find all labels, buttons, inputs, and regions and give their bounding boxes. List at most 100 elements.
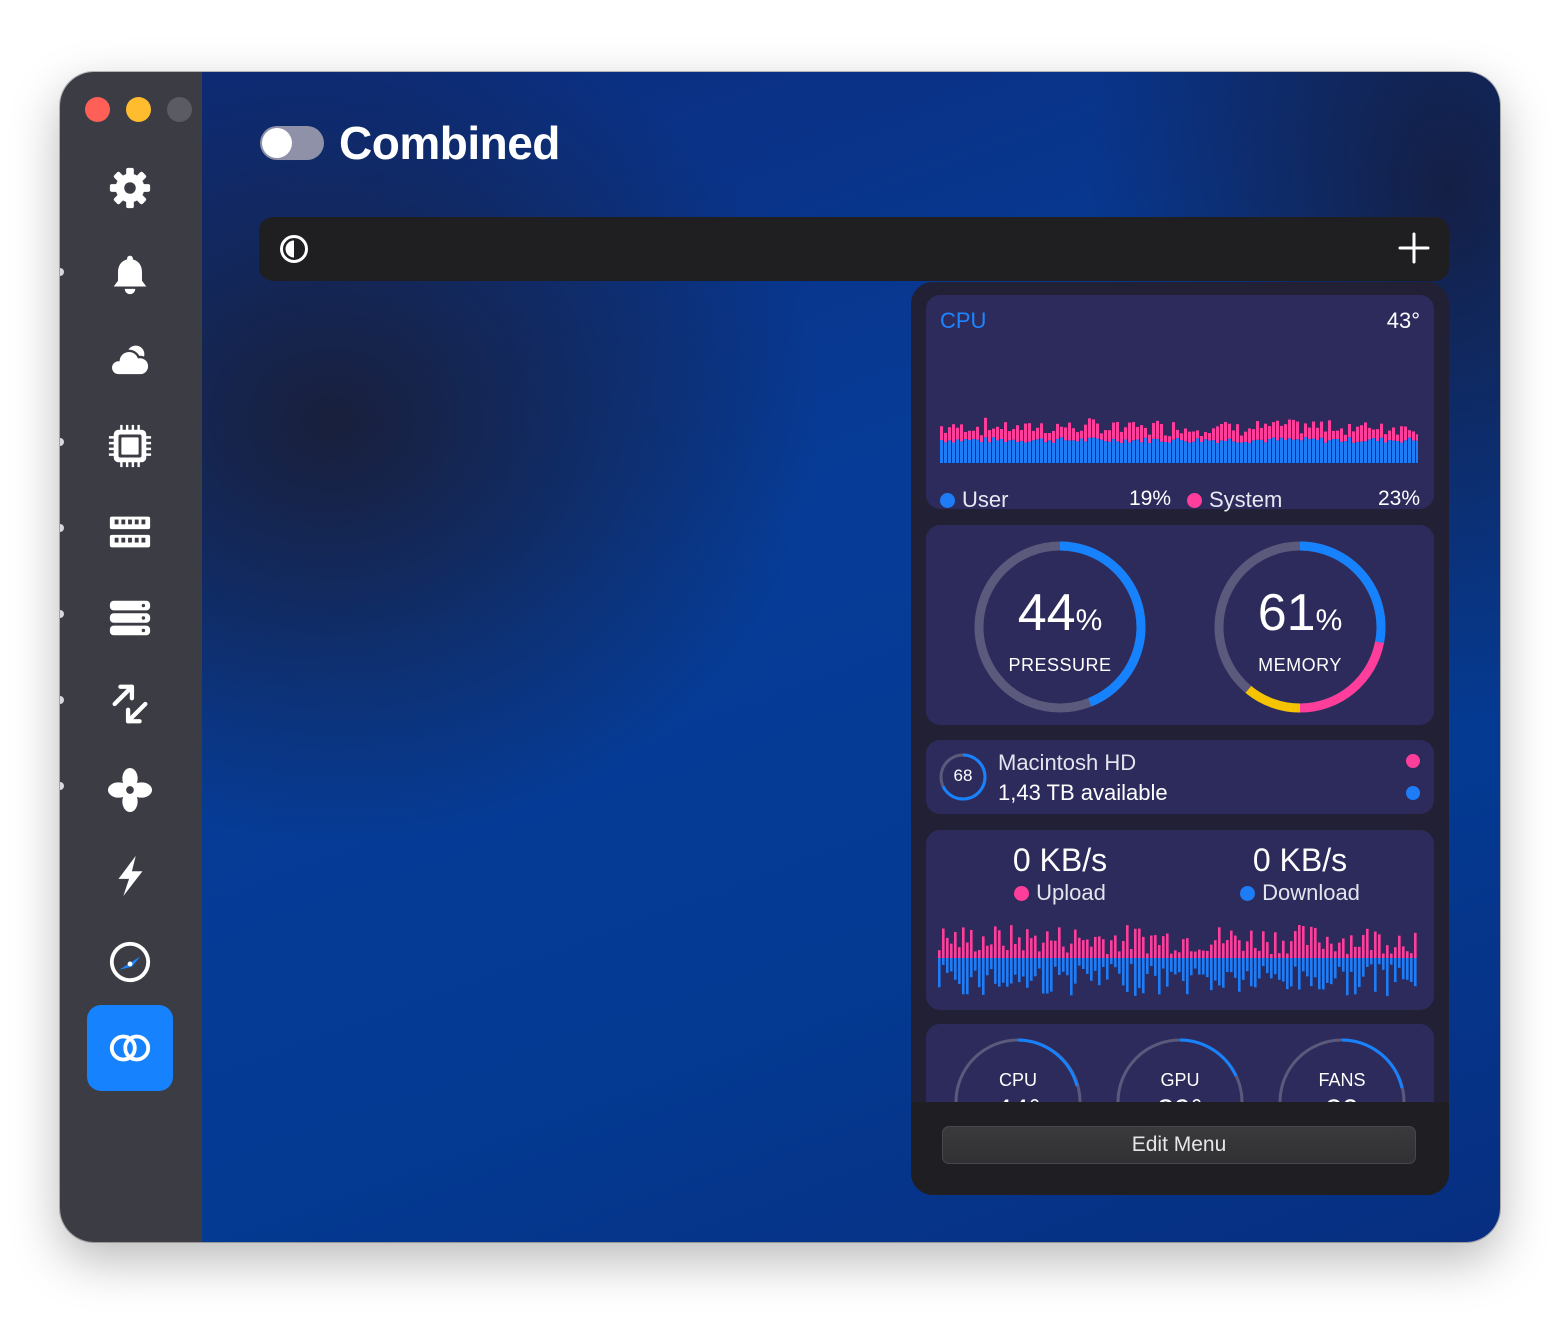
cpu-user-bar xyxy=(1348,437,1351,463)
cpu-user-bar xyxy=(1276,440,1279,463)
cpu-user-bar xyxy=(1240,442,1243,463)
download-bar xyxy=(1054,958,1057,967)
download-bar xyxy=(1218,958,1221,986)
cpu-user-bar xyxy=(1072,440,1075,463)
cpu-user-bar xyxy=(1200,442,1203,463)
bell-icon xyxy=(113,255,147,295)
cpu-user-bar xyxy=(1164,441,1167,463)
cpu-user-bar xyxy=(1040,438,1043,463)
cpu-user-bar xyxy=(1372,438,1375,463)
memory-icon xyxy=(109,516,151,548)
download-bar xyxy=(1038,958,1041,969)
upload-bar xyxy=(1294,931,1297,958)
download-bar xyxy=(1002,958,1005,983)
download-bar xyxy=(1190,958,1193,976)
download-bar xyxy=(1382,958,1385,970)
upload-bar xyxy=(1390,953,1393,958)
upload-bar xyxy=(1358,946,1361,958)
network-card[interactable]: 0 KB/s Upload 0 KB/s Download xyxy=(926,830,1434,1010)
download-bar xyxy=(1346,958,1349,996)
memory-label: MEMORY xyxy=(1258,655,1342,675)
cpu-user-bar xyxy=(1336,438,1339,463)
cpu-user-bar xyxy=(1260,439,1263,463)
sidebar-item-disk[interactable] xyxy=(87,575,173,661)
upload-bar xyxy=(1202,950,1205,958)
cpu-system-bar xyxy=(1140,425,1143,443)
download-bar xyxy=(1390,958,1393,965)
download-bar xyxy=(1386,958,1389,996)
close-window-button[interactable] xyxy=(85,97,110,122)
sidebar-item-cpu[interactable] xyxy=(87,403,173,489)
upload-bar xyxy=(986,945,989,958)
upload-bar xyxy=(1306,944,1309,958)
download-bar xyxy=(1146,958,1149,974)
cpu-user-bar xyxy=(1176,437,1179,463)
upload-bar xyxy=(1274,932,1277,958)
upload-bar xyxy=(1338,942,1341,958)
sidebar-item-network[interactable] xyxy=(87,661,173,747)
download-bar xyxy=(1010,958,1013,984)
download-bar xyxy=(970,958,973,978)
download-bar xyxy=(1014,958,1017,975)
cpu-user-bar xyxy=(1180,440,1183,463)
pressure-memory-card[interactable]: 44% PRESSURE 61% MEMORY xyxy=(926,525,1434,725)
sidebar-item-settings[interactable] xyxy=(87,145,173,231)
upload-bar xyxy=(1246,941,1249,958)
upload-bar xyxy=(954,932,957,958)
download-bar xyxy=(1318,958,1321,990)
cpu-system-bar xyxy=(940,426,943,441)
cpu-user-bar xyxy=(1108,441,1111,463)
edit-menu-button[interactable]: Edit Menu xyxy=(942,1126,1416,1164)
cpu-system-bar xyxy=(1116,422,1119,442)
download-bar xyxy=(982,958,985,995)
memory-unit: % xyxy=(1315,604,1343,637)
nav-indicator-dot xyxy=(60,610,64,618)
cpu-user-bar xyxy=(1136,439,1139,463)
pressure-value: 44 xyxy=(1017,584,1076,642)
cpu-user-bar xyxy=(1264,442,1267,463)
cpu-system-bar xyxy=(992,428,995,438)
download-bar xyxy=(1250,958,1253,987)
plus-icon[interactable] xyxy=(1397,231,1431,265)
cpu-user-bar xyxy=(1252,440,1255,463)
cpu-user-bar xyxy=(1092,437,1095,463)
zoom-window-button[interactable] xyxy=(167,97,192,122)
sidebar-item-combined[interactable] xyxy=(87,1005,173,1091)
sidebar-item-fans[interactable] xyxy=(87,747,173,833)
upload-bar xyxy=(1238,940,1241,958)
nav-indicator-dot xyxy=(60,438,64,446)
sidebar-item-sensors[interactable] xyxy=(87,919,173,1005)
gear-icon xyxy=(109,167,151,209)
cpu-system-bar xyxy=(1128,422,1131,443)
sidebar-item-battery[interactable] xyxy=(87,833,173,919)
sidebar-item-notifications[interactable] xyxy=(87,231,173,317)
cpu-user-bar xyxy=(1016,442,1019,463)
cpu-system-bar xyxy=(1152,422,1155,439)
download-bar xyxy=(1046,958,1049,994)
sidebar-item-memory[interactable] xyxy=(87,489,173,575)
download-bar xyxy=(1126,958,1129,992)
upload-label: Upload xyxy=(1036,880,1106,905)
cpu-system-bar xyxy=(1024,423,1027,443)
contrast-icon[interactable] xyxy=(279,234,309,264)
upload-bar xyxy=(1006,950,1009,958)
cpu-user-bar xyxy=(1352,442,1355,463)
cpu-card[interactable]: CPU 43° User 19% System 23% xyxy=(926,295,1434,512)
cpu-system-bar xyxy=(1252,429,1255,441)
upload-bar xyxy=(1074,929,1077,958)
upload-bar xyxy=(1174,950,1177,958)
download-bar xyxy=(1370,958,1373,965)
combined-toggle-switch[interactable] xyxy=(260,126,324,160)
sidebar-item-weather[interactable] xyxy=(87,317,173,403)
memory-gauge: 61% MEMORY xyxy=(1212,539,1388,715)
download-bar xyxy=(1066,958,1069,976)
cpu-system-bar xyxy=(1160,423,1163,442)
disk-card[interactable]: 68 Macintosh HD 1,43 TB available xyxy=(926,740,1434,814)
cpu-system-bar xyxy=(1168,436,1171,443)
download-bar xyxy=(1074,958,1077,984)
minimize-window-button[interactable] xyxy=(126,97,151,122)
cpu-system-bar xyxy=(1272,422,1275,438)
download-bar xyxy=(1110,958,1113,965)
cpu-user-bar xyxy=(1364,441,1367,463)
upload-bar xyxy=(1378,934,1381,958)
